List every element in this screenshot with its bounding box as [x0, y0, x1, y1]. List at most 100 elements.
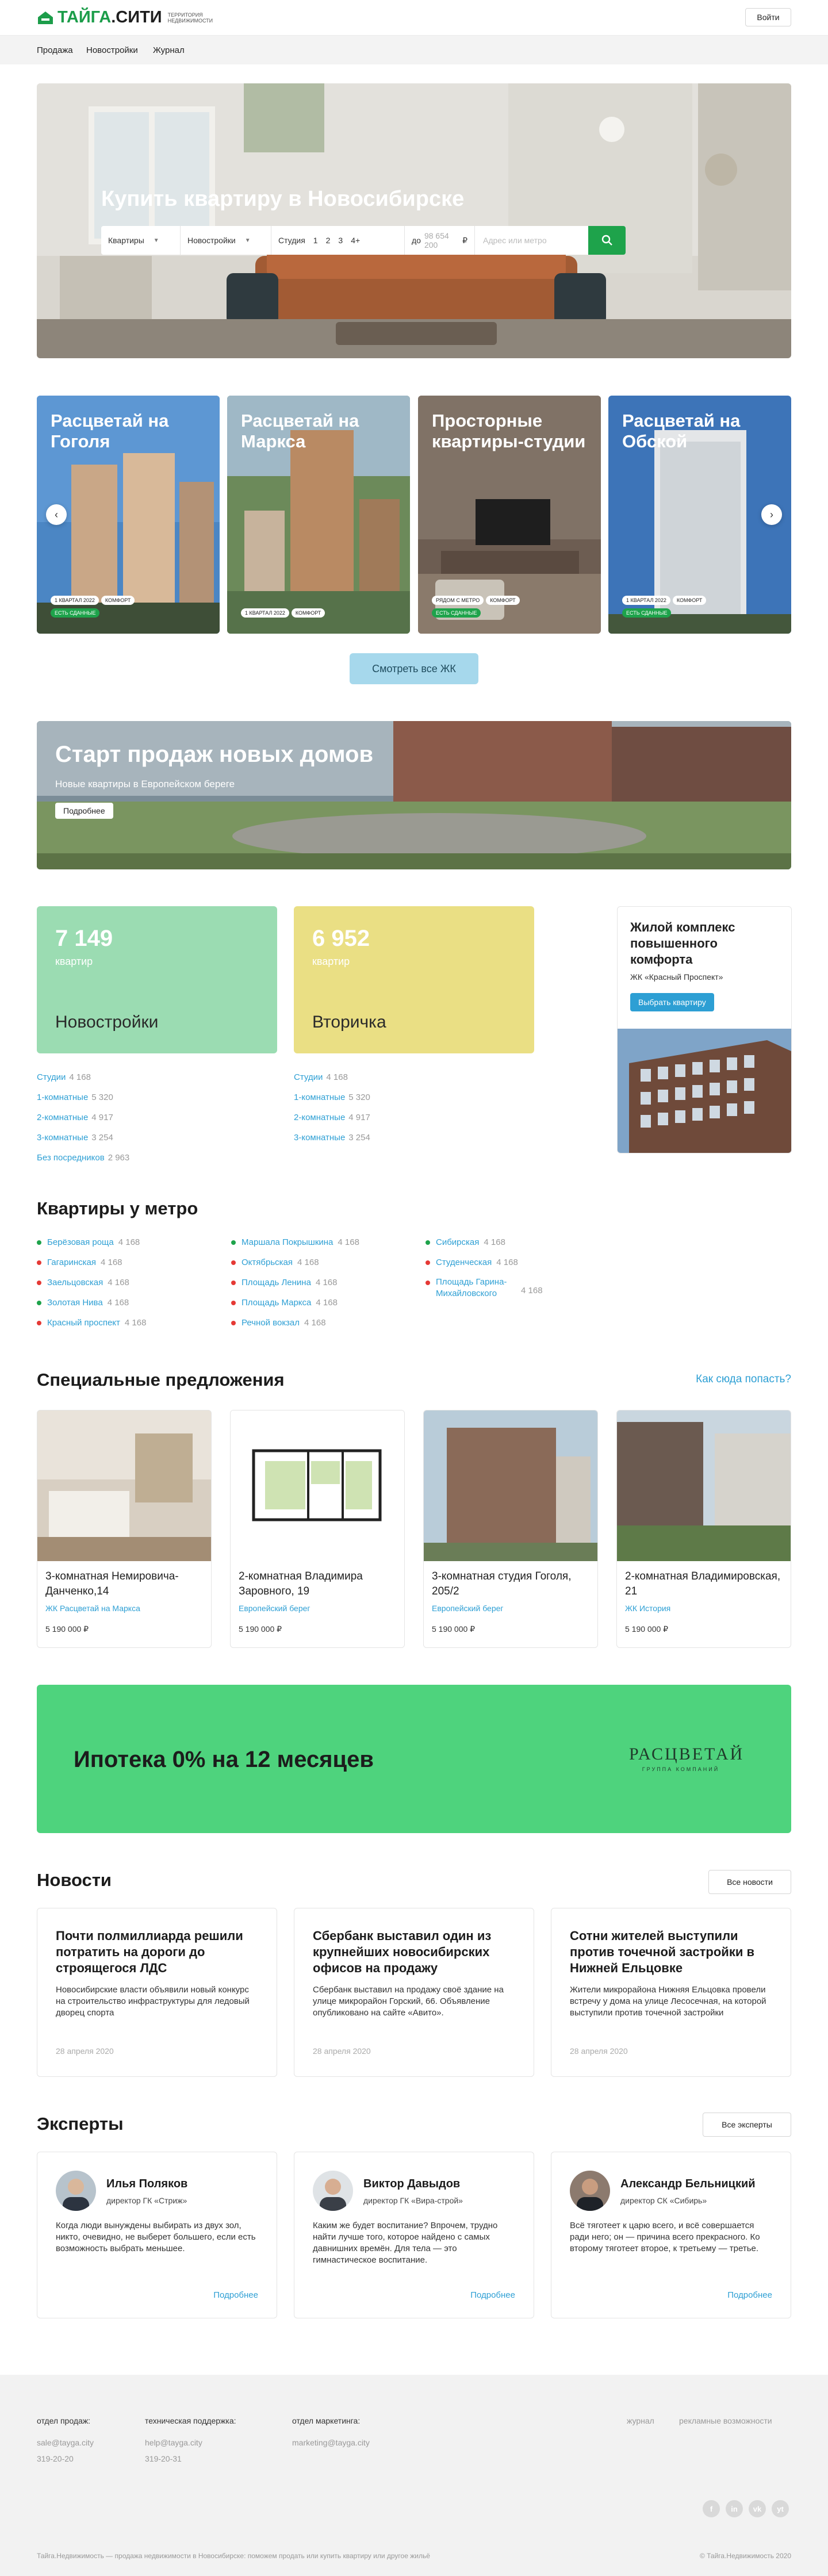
site-logo[interactable]: ТАЙГА.СИТИ Территория недвижимости [37, 8, 213, 27]
nav-item-new-buildings[interactable]: Новостройки [86, 45, 138, 55]
complex-card[interactable]: Просторные квартиры-студии РЯДОМ С МЕТРО… [418, 396, 601, 634]
facebook-icon[interactable]: f [703, 2500, 720, 2517]
banner-more-button[interactable]: Подробнее [55, 803, 113, 819]
metro-line-dot [425, 1281, 430, 1285]
offer-card[interactable]: 2-комнатная Владимировская, 21 ЖК Истори… [616, 1410, 791, 1648]
all-experts-button[interactable]: Все эксперты [703, 2113, 791, 2137]
link-1-room[interactable]: 1-комнатные [37, 1092, 88, 1102]
link-count: 3 254 [91, 1133, 113, 1143]
news-card[interactable]: Сбербанк выставил один из крупнейших нов… [294, 1908, 534, 2077]
metro-station-link[interactable]: Гагаринская [47, 1258, 96, 1267]
tag: 1 КВАРТАЛ 2022 [51, 596, 99, 605]
news-card[interactable]: Сотни жителей выступили против точечной … [551, 1908, 791, 2077]
stat-card-secondary[interactable]: 6 952 квартир Вторичка [294, 906, 534, 1053]
footer-phone[interactable]: 319-20-31 [145, 2454, 182, 2463]
offer-complex-link[interactable]: ЖК История [625, 1604, 670, 1613]
news-card[interactable]: Почти полмиллиарда решили потратить на д… [37, 1908, 277, 2077]
offer-card[interactable]: 3-комнатная Немировича-Данченко,14 ЖК Ра… [37, 1410, 212, 1648]
market-select[interactable]: Новостройки ▼ [181, 226, 271, 255]
offer-card[interactable]: 2-комнатная Владимира Заровного, 19 Евро… [230, 1410, 405, 1648]
metro-count: 4 168 [118, 1237, 140, 1247]
expert-quote: Каким же будет воспитание? Впрочем, труд… [313, 2221, 498, 2265]
instagram-icon[interactable]: in [726, 2500, 743, 2517]
link-2-room[interactable]: 2-комнатные [37, 1113, 88, 1122]
expert-more-link[interactable]: Подробнее [213, 2290, 258, 2300]
footer-phone[interactable]: 319-20-20 [37, 2454, 74, 2463]
stat-unit: квартир [55, 956, 93, 967]
metro-station-link[interactable]: Речной вокзал [241, 1318, 300, 1328]
footer-copyright: © Тайга.Недвижимость 2020 [699, 2552, 791, 2560]
complex-card[interactable]: Расцветай на Маркса 1 КВАРТАЛ 2022 КОМФОР… [227, 396, 410, 634]
search-button[interactable] [588, 226, 626, 255]
footer-email-link[interactable]: help@tayga.city [145, 2438, 202, 2447]
choose-apartment-button[interactable]: Выбрать квартиру [630, 993, 714, 1011]
avatar [56, 2171, 96, 2211]
offer-card[interactable]: 3-комнатная студия Гоголя, 205/2 Европей… [423, 1410, 598, 1648]
expert-card[interactable]: Илья Поляков директор ГК «Стриж» Когда л… [37, 2152, 277, 2318]
mortgage-banner[interactable]: Ипотека 0% на 12 месяцев РАСЦВЕТАЙ ГРУПП… [37, 1685, 791, 1833]
new-houses-banner[interactable]: Старт продаж новых домов Новые квартиры … [37, 721, 791, 869]
carousel-prev-button[interactable]: ‹ [46, 504, 67, 525]
login-button[interactable]: Войти [745, 8, 791, 26]
house-logo-icon [38, 11, 53, 24]
link-studios[interactable]: Студии [294, 1072, 323, 1082]
rooms-option-4plus[interactable]: 4+ [351, 236, 360, 245]
how-to-get-here-link[interactable]: Как сюда попасть? [696, 1373, 791, 1386]
metro-station-link[interactable]: Студенческая [436, 1258, 492, 1267]
expert-more-link[interactable]: Подробнее [727, 2290, 772, 2300]
metro-station-link[interactable]: Октябрьская [241, 1258, 293, 1267]
tag-ready: ЕСТЬ СДАННЫЕ [622, 608, 672, 618]
link-1-room[interactable]: 1-комнатные [294, 1092, 345, 1102]
rooms-option-3[interactable]: 3 [338, 236, 343, 245]
expert-card[interactable]: Александр Бельницкий директор СК «Сибирь… [551, 2152, 791, 2318]
logo-subtitle: Территория недвижимости [167, 12, 213, 24]
offer-complex-link[interactable]: Европейский берег [239, 1604, 310, 1613]
metro-station-link[interactable]: Берёзовая роща [47, 1237, 114, 1247]
expert-position: директор ГК «Стриж» [106, 2196, 187, 2205]
all-news-button[interactable]: Все новости [708, 1870, 791, 1894]
see-all-complexes-button[interactable]: Смотреть все ЖК [350, 653, 478, 684]
property-type-select[interactable]: Квартиры ▼ [101, 226, 181, 255]
metro-line-dot [37, 1260, 41, 1265]
vk-icon[interactable]: vk [749, 2500, 766, 2517]
expert-card[interactable]: Виктор Давыдов директор ГК «Вира-строй» … [294, 2152, 534, 2318]
offer-complex-link[interactable]: Европейский берег [432, 1604, 504, 1613]
stat-title: Вторичка [312, 1013, 386, 1032]
footer-email-link[interactable]: marketing@tayga.city [292, 2438, 370, 2447]
hero-title: Купить квартиру в Новосибирске [101, 187, 465, 211]
footer-link-advertising[interactable]: рекламные возможности [679, 2416, 772, 2425]
promo-card[interactable]: Жилой комплекс повышенного комфорта ЖК «… [617, 906, 792, 1153]
metro-station-link[interactable]: Площадь Гарина-Михайловского [436, 1276, 516, 1300]
mortgage-text: Ипотека 0% на 12 месяцев [74, 1747, 374, 1772]
footer-email-link[interactable]: sale@tayga.city [37, 2438, 94, 2447]
rooms-option-2[interactable]: 2 [326, 236, 331, 245]
address-input[interactable]: Адрес или метро [475, 236, 547, 245]
metro-station-link[interactable]: Заельцовская [47, 1278, 103, 1287]
metro-station-link[interactable]: Площадь Маркса [241, 1298, 311, 1308]
carousel-next-button[interactable]: › [761, 504, 782, 525]
nav-item-journal[interactable]: Журнал [153, 45, 185, 55]
metro-station-link[interactable]: Сибирская [436, 1237, 479, 1247]
youtube-icon[interactable]: yt [772, 2500, 789, 2517]
footer-link-journal[interactable]: журнал [627, 2416, 654, 2425]
news-date: 28 апреля 2020 [56, 2046, 114, 2056]
rooms-option-1[interactable]: 1 [313, 236, 318, 245]
expert-more-link[interactable]: Подробнее [470, 2290, 515, 2300]
link-no-agents[interactable]: Без посредников [37, 1153, 105, 1163]
footer-contact-label: отдел продаж: [37, 2416, 91, 2425]
metro-station-link[interactable]: Золотая Нива [47, 1298, 103, 1308]
metro-station-link[interactable]: Площадь Ленина [241, 1278, 311, 1287]
rooms-option-studio[interactable]: Студия [278, 236, 305, 245]
price-input[interactable]: до 98 654 200 ₽ [405, 226, 475, 255]
living-room-photo [37, 83, 791, 358]
metro-station-link[interactable]: Красный проспект [47, 1318, 120, 1328]
offer-complex-link[interactable]: ЖК Расцветай на Маркса [45, 1604, 140, 1613]
metro-count: 4 168 [496, 1258, 518, 1267]
stat-card-new-buildings[interactable]: 7 149 квартир Новостройки [37, 906, 277, 1053]
metro-station-link[interactable]: Маршала Покрышкина [241, 1237, 333, 1247]
link-2-room[interactable]: 2-комнатные [294, 1113, 345, 1122]
link-3-room[interactable]: 3-комнатные [37, 1133, 88, 1143]
link-studios[interactable]: Студии [37, 1072, 66, 1082]
link-3-room[interactable]: 3-комнатные [294, 1133, 345, 1143]
nav-item-sale[interactable]: Продажа [37, 45, 73, 55]
